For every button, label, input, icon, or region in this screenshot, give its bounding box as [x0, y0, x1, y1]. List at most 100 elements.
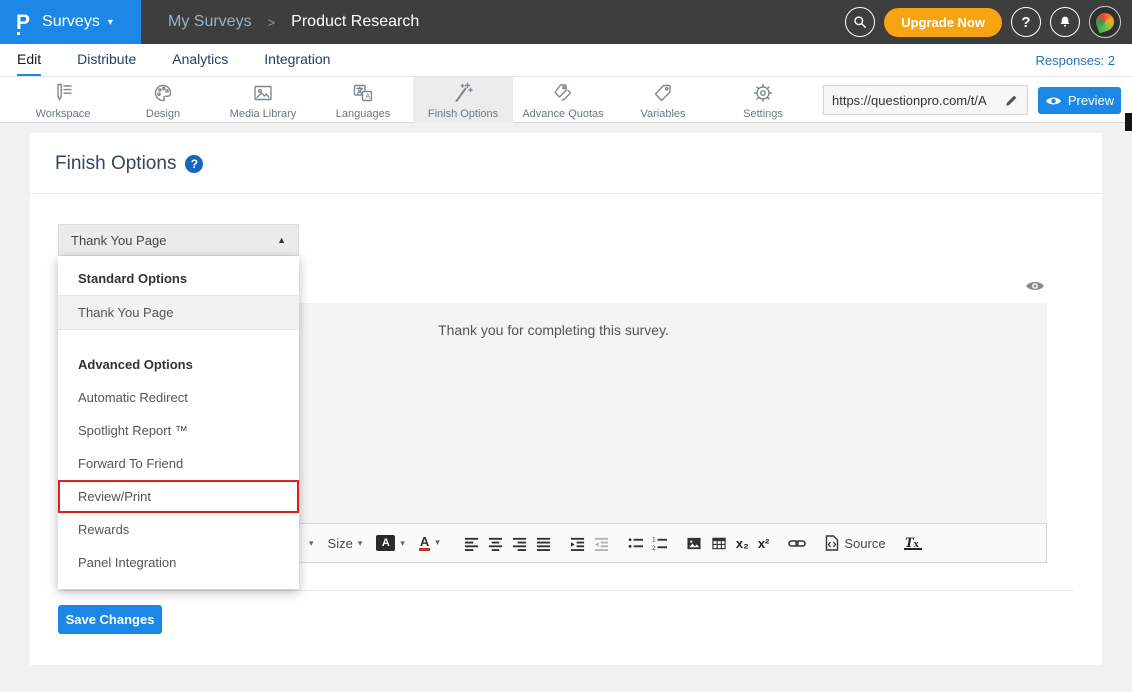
- font-dropdown[interactable]: ▾: [309, 538, 314, 549]
- variables-tag-icon: [651, 81, 675, 105]
- clipped-edge-element: [1125, 113, 1132, 131]
- survey-url-input[interactable]: [832, 93, 1000, 108]
- divider: [30, 193, 1102, 194]
- option-spotlight-report[interactable]: Spotlight Report ™: [58, 414, 299, 447]
- background-color-button[interactable]: A ▾: [376, 535, 405, 551]
- toolbar-item-settings[interactable]: Settings: [713, 77, 813, 123]
- search-icon: [852, 14, 868, 30]
- upgrade-now-button[interactable]: Upgrade Now: [884, 8, 1002, 37]
- svg-text:2: 2: [652, 545, 656, 551]
- preview-eye-icon: [1045, 95, 1062, 107]
- toolbar-item-media-library[interactable]: Media Library: [213, 77, 313, 123]
- option-rewards[interactable]: Rewards: [58, 513, 299, 546]
- link-icon: [788, 536, 806, 551]
- decrease-indent-button[interactable]: [594, 536, 609, 551]
- edit-toolbar: Workspace Design Media Library A Languag…: [0, 77, 1132, 123]
- top-bar: P Surveys ▾ My Surveys > Product Researc…: [0, 0, 1132, 44]
- breadcrumb-current: Product Research: [291, 13, 419, 31]
- bulleted-list-icon: [628, 536, 643, 551]
- remove-format-button[interactable]: Tx: [905, 535, 919, 552]
- finish-options-panel: Finish Options ? Thank you for completin…: [30, 133, 1102, 665]
- avatar-image: [1093, 10, 1116, 33]
- align-center-icon: [488, 536, 503, 551]
- option-forward-to-friend[interactable]: Forward To Friend: [58, 447, 299, 480]
- option-panel-integration[interactable]: Panel Integration: [58, 546, 299, 579]
- survey-url-box: [823, 85, 1028, 115]
- subscript-icon: x₂: [736, 536, 749, 551]
- finish-option-select[interactable]: Thank You Page ▲: [58, 224, 299, 256]
- subscript-button[interactable]: x₂: [736, 536, 749, 551]
- bell-icon: [1057, 14, 1073, 30]
- align-justify-button[interactable]: [536, 536, 551, 551]
- tab-analytics[interactable]: Analytics: [172, 44, 228, 76]
- user-avatar[interactable]: [1089, 6, 1121, 38]
- toolbar-item-advance-quotas[interactable]: Advance Quotas: [513, 77, 613, 123]
- caret-up-icon: ▲: [277, 235, 286, 245]
- numbered-list-button[interactable]: 12: [652, 536, 667, 551]
- finish-option-dropdown: Standard Options Thank You Page Advanced…: [58, 256, 299, 589]
- numbered-list-icon: 12: [652, 536, 667, 551]
- caret-down-icon: ▾: [400, 538, 405, 549]
- option-review-print[interactable]: Review/Print: [58, 480, 299, 513]
- finish-options-help-button[interactable]: ?: [185, 155, 203, 173]
- responses-count[interactable]: Responses: 2: [1036, 44, 1132, 76]
- insert-link-button[interactable]: [788, 536, 806, 551]
- help-button[interactable]: ?: [1011, 7, 1041, 37]
- eye-icon: [1025, 279, 1045, 293]
- notifications-button[interactable]: [1050, 7, 1080, 37]
- insert-table-button[interactable]: [711, 536, 727, 551]
- save-changes-button[interactable]: Save Changes: [58, 605, 162, 634]
- toolbar-item-finish-options[interactable]: Finish Options: [413, 77, 513, 123]
- align-right-button[interactable]: [512, 536, 527, 551]
- increase-indent-icon: [570, 536, 585, 551]
- product-caret-icon: ▾: [108, 17, 113, 28]
- tab-integration[interactable]: Integration: [264, 44, 330, 76]
- selected-option: Thank You Page: [71, 233, 166, 248]
- help-icon: ?: [191, 157, 198, 171]
- source-button[interactable]: Source: [825, 535, 885, 551]
- breadcrumb: My Surveys > Product Research: [168, 13, 419, 31]
- surveys-product-menu[interactable]: P Surveys ▾: [0, 0, 141, 44]
- breadcrumb-separator-icon: >: [268, 15, 276, 30]
- increase-indent-button[interactable]: [570, 536, 585, 551]
- dropdown-group-advanced: Advanced Options: [58, 342, 299, 381]
- dropdown-group-standard: Standard Options: [58, 256, 299, 295]
- table-icon: [711, 536, 727, 551]
- workspace-icon: [51, 81, 75, 105]
- text-color-button[interactable]: A ▾: [419, 535, 440, 552]
- tab-edit[interactable]: Edit: [17, 44, 41, 76]
- preview-button[interactable]: Preview: [1038, 87, 1121, 114]
- breadcrumb-my-surveys[interactable]: My Surveys: [168, 13, 252, 31]
- align-right-icon: [512, 536, 527, 551]
- option-automatic-redirect[interactable]: Automatic Redirect: [58, 381, 299, 414]
- superscript-icon: x²: [758, 536, 770, 551]
- tab-distribute[interactable]: Distribute: [77, 44, 136, 76]
- align-center-button[interactable]: [488, 536, 503, 551]
- toolbar-item-design[interactable]: Design: [113, 77, 213, 123]
- toolbar-item-languages[interactable]: A Languages: [313, 77, 413, 123]
- option-thank-you-page[interactable]: Thank You Page: [58, 295, 299, 330]
- advance-quotas-icon: [551, 81, 575, 105]
- insert-image-button[interactable]: [686, 536, 702, 551]
- survey-tab-nav: Edit Distribute Analytics Integration Re…: [0, 44, 1132, 77]
- finish-options-wand-icon: [451, 81, 475, 105]
- remove-format-icon: Tx: [905, 535, 919, 552]
- toolbar-item-variables[interactable]: Variables: [613, 77, 713, 123]
- text-color-icon: A: [419, 535, 430, 552]
- design-palette-icon: [151, 81, 175, 105]
- toolbar-item-workspace[interactable]: Workspace: [13, 77, 113, 123]
- image-icon: [686, 536, 702, 551]
- toggle-preview-button[interactable]: [1025, 279, 1045, 298]
- align-left-button[interactable]: [464, 536, 479, 551]
- superscript-button[interactable]: x²: [758, 536, 770, 551]
- search-button[interactable]: [845, 7, 875, 37]
- size-dropdown[interactable]: Size ▾: [328, 536, 363, 551]
- topbar-actions: Upgrade Now ?: [845, 6, 1132, 38]
- edit-url-button[interactable]: [1004, 93, 1019, 108]
- languages-icon: A: [351, 81, 375, 105]
- pencil-icon: [1004, 93, 1019, 108]
- media-library-icon: [251, 81, 275, 105]
- page-title: Finish Options: [55, 153, 176, 175]
- product-label: Surveys: [42, 13, 100, 31]
- bulleted-list-button[interactable]: [628, 536, 643, 551]
